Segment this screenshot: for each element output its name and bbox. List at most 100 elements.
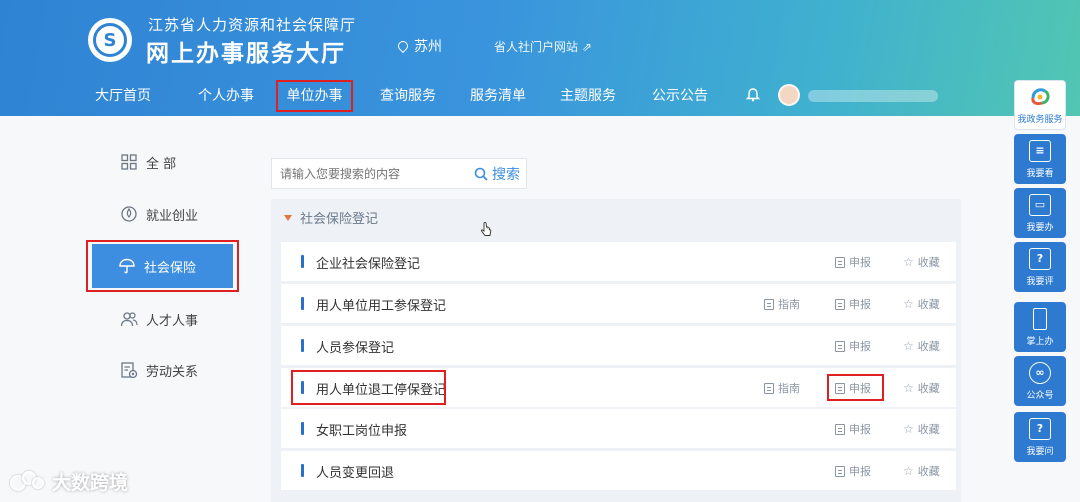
mouse-cursor-icon	[480, 222, 492, 236]
row-marker	[301, 339, 304, 352]
favorite-link[interactable]: ☆ 收藏	[903, 380, 940, 396]
favorite-label: 收藏	[917, 423, 940, 436]
avatar[interactable]	[778, 84, 800, 106]
nav-item-service-list[interactable]: 服务清单	[462, 80, 534, 112]
wechat-icon: ∞	[1029, 361, 1051, 384]
apply-highlight-box	[827, 374, 884, 401]
float-ask[interactable]: ? 我要问	[1014, 412, 1066, 462]
hall-name: 网上办事服务大厅	[146, 41, 346, 67]
float-mobile[interactable]: 掌上办	[1014, 302, 1066, 352]
apply-label: 申报	[849, 423, 871, 436]
apply-label: 申报	[849, 340, 871, 353]
service-row-6[interactable]: 人员变更回退 申报 ☆ 收藏	[281, 451, 956, 490]
apply-link[interactable]: 申报	[835, 296, 871, 312]
float-gov-service[interactable]: 我政务服务	[1014, 80, 1066, 130]
location-pin-icon	[395, 38, 411, 54]
service-title[interactable]: 企业社会保险登记	[316, 253, 420, 272]
grid-icon	[121, 154, 137, 170]
logo[interactable]: S	[88, 18, 132, 62]
float-view[interactable]: ≡ 我要看	[1014, 134, 1066, 184]
float-wechat[interactable]: ∞ 公众号	[1014, 356, 1066, 406]
search-bar: 搜索	[271, 158, 527, 189]
category-label: 社会保险登记	[300, 212, 379, 227]
site-header: S 江苏省人力资源和社会保障厅 网上办事服务大厅 苏州 省人社门户网站 ⇗ 大厅…	[0, 0, 1080, 116]
service-row-1[interactable]: 企业社会保险登记 申报 ☆ 收藏	[281, 242, 956, 281]
gov-service-logo-icon	[1031, 87, 1050, 105]
float-label: 我要评	[1026, 276, 1054, 287]
service-row-2[interactable]: 用人单位用工参保登记 指南 申报 ☆ 收藏	[281, 284, 956, 323]
user-name-blurred[interactable]	[808, 90, 938, 102]
guide-link[interactable]: 指南	[764, 380, 800, 396]
service-title[interactable]: 用人单位用工参保登记	[316, 295, 446, 314]
float-label: 我要办	[1026, 222, 1054, 233]
caret-down-icon	[284, 214, 292, 221]
star-icon: ☆	[903, 297, 914, 311]
phone-icon	[1033, 307, 1047, 330]
service-title[interactable]: 女职工岗位申报	[316, 420, 407, 439]
star-icon: ☆	[903, 464, 914, 478]
sidebar-item-talent[interactable]: 人才人事	[120, 304, 230, 334]
nav-item-notice[interactable]: 公示公告	[644, 80, 716, 112]
favorite-link[interactable]: ☆ 收藏	[903, 463, 940, 479]
favorite-link[interactable]: ☆ 收藏	[903, 421, 940, 437]
row-marker	[301, 297, 304, 310]
nav-item-unit[interactable]: 单位办事	[276, 80, 353, 112]
favorite-link[interactable]: ☆ 收藏	[903, 338, 940, 354]
search-input[interactable]	[272, 159, 474, 188]
location-selector[interactable]: 苏州	[395, 36, 442, 56]
search-button-label: 搜索	[492, 166, 520, 183]
sidebar-item-all[interactable]: 全 部	[120, 147, 230, 177]
form-icon	[835, 340, 845, 352]
apply-label: 申报	[849, 256, 871, 269]
float-rate[interactable]: ? 我要评	[1014, 242, 1066, 292]
logo-icon: S	[93, 23, 127, 57]
float-handle[interactable]: ▭ 我要办	[1014, 188, 1066, 238]
favorite-link[interactable]: ☆ 收藏	[903, 254, 940, 270]
sidebar-item-labor[interactable]: 劳动关系	[120, 355, 230, 385]
star-icon: ☆	[903, 422, 914, 436]
star-icon: ☆	[903, 339, 914, 353]
nav-item-home[interactable]: 大厅首页	[88, 80, 158, 112]
drop-icon	[121, 206, 137, 222]
star-icon: ☆	[903, 381, 914, 395]
bell-icon[interactable]	[746, 88, 760, 102]
sidebar-item-social-insurance[interactable]: 社会保险	[92, 244, 233, 288]
apply-link[interactable]: 申报	[835, 463, 871, 479]
watermark-logo-icon	[8, 469, 48, 495]
search-button[interactable]: 搜索	[474, 164, 526, 184]
nav-item-personal[interactable]: 个人办事	[190, 80, 262, 112]
favorite-label: 收藏	[917, 256, 940, 269]
row-marker	[301, 422, 304, 435]
row-highlight-box	[291, 370, 446, 405]
watermark-text: 大数跨境	[52, 472, 129, 494]
nav-item-theme[interactable]: 主题服务	[552, 80, 624, 112]
guide-icon	[764, 298, 774, 310]
float-label: 我政务服务	[1017, 114, 1063, 125]
apply-link[interactable]: 申报	[835, 254, 871, 270]
service-title[interactable]: 人员参保登记	[316, 337, 394, 356]
guide-link[interactable]: 指南	[764, 296, 800, 312]
sidebar-item-employment[interactable]: 就业创业	[120, 199, 230, 229]
form-icon	[835, 298, 845, 310]
apply-link[interactable]: 申报	[835, 338, 871, 354]
nav-item-query[interactable]: 查询服务	[372, 80, 444, 112]
service-title[interactable]: 人员变更回退	[316, 462, 394, 481]
apply-label: 申报	[849, 298, 871, 311]
guide-label: 指南	[778, 298, 800, 311]
service-row-3[interactable]: 人员参保登记 申报 ☆ 收藏	[281, 326, 956, 365]
favorite-label: 收藏	[917, 340, 940, 353]
portal-link[interactable]: 省人社门户网站 ⇗	[494, 38, 592, 55]
star-icon: ☆	[903, 255, 914, 269]
location-label: 苏州	[414, 39, 442, 55]
row-marker	[301, 464, 304, 477]
guide-icon	[764, 382, 774, 394]
book-icon: ≡	[1029, 139, 1051, 162]
form-icon	[835, 423, 845, 435]
sidebar-item-label: 社会保险	[144, 260, 197, 276]
category-header[interactable]: 社会保险登记	[284, 208, 378, 227]
apply-link[interactable]: 申报	[835, 421, 871, 437]
org-name: 江苏省人力资源和社会保障厅	[148, 16, 357, 34]
form-icon	[835, 465, 845, 477]
service-row-5[interactable]: 女职工岗位申报 申报 ☆ 收藏	[281, 409, 956, 448]
favorite-link[interactable]: ☆ 收藏	[903, 296, 940, 312]
